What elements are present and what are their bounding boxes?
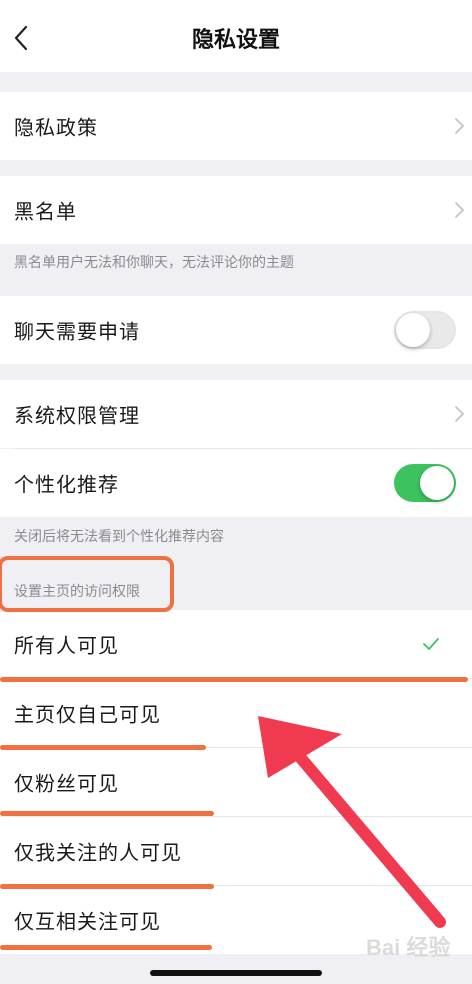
annotation-arrow-icon [258, 716, 446, 928]
watermark-text: Bai 经验 [366, 935, 451, 960]
baidu-watermark: Bai 经验 [366, 930, 460, 970]
home-indicator [150, 970, 322, 976]
